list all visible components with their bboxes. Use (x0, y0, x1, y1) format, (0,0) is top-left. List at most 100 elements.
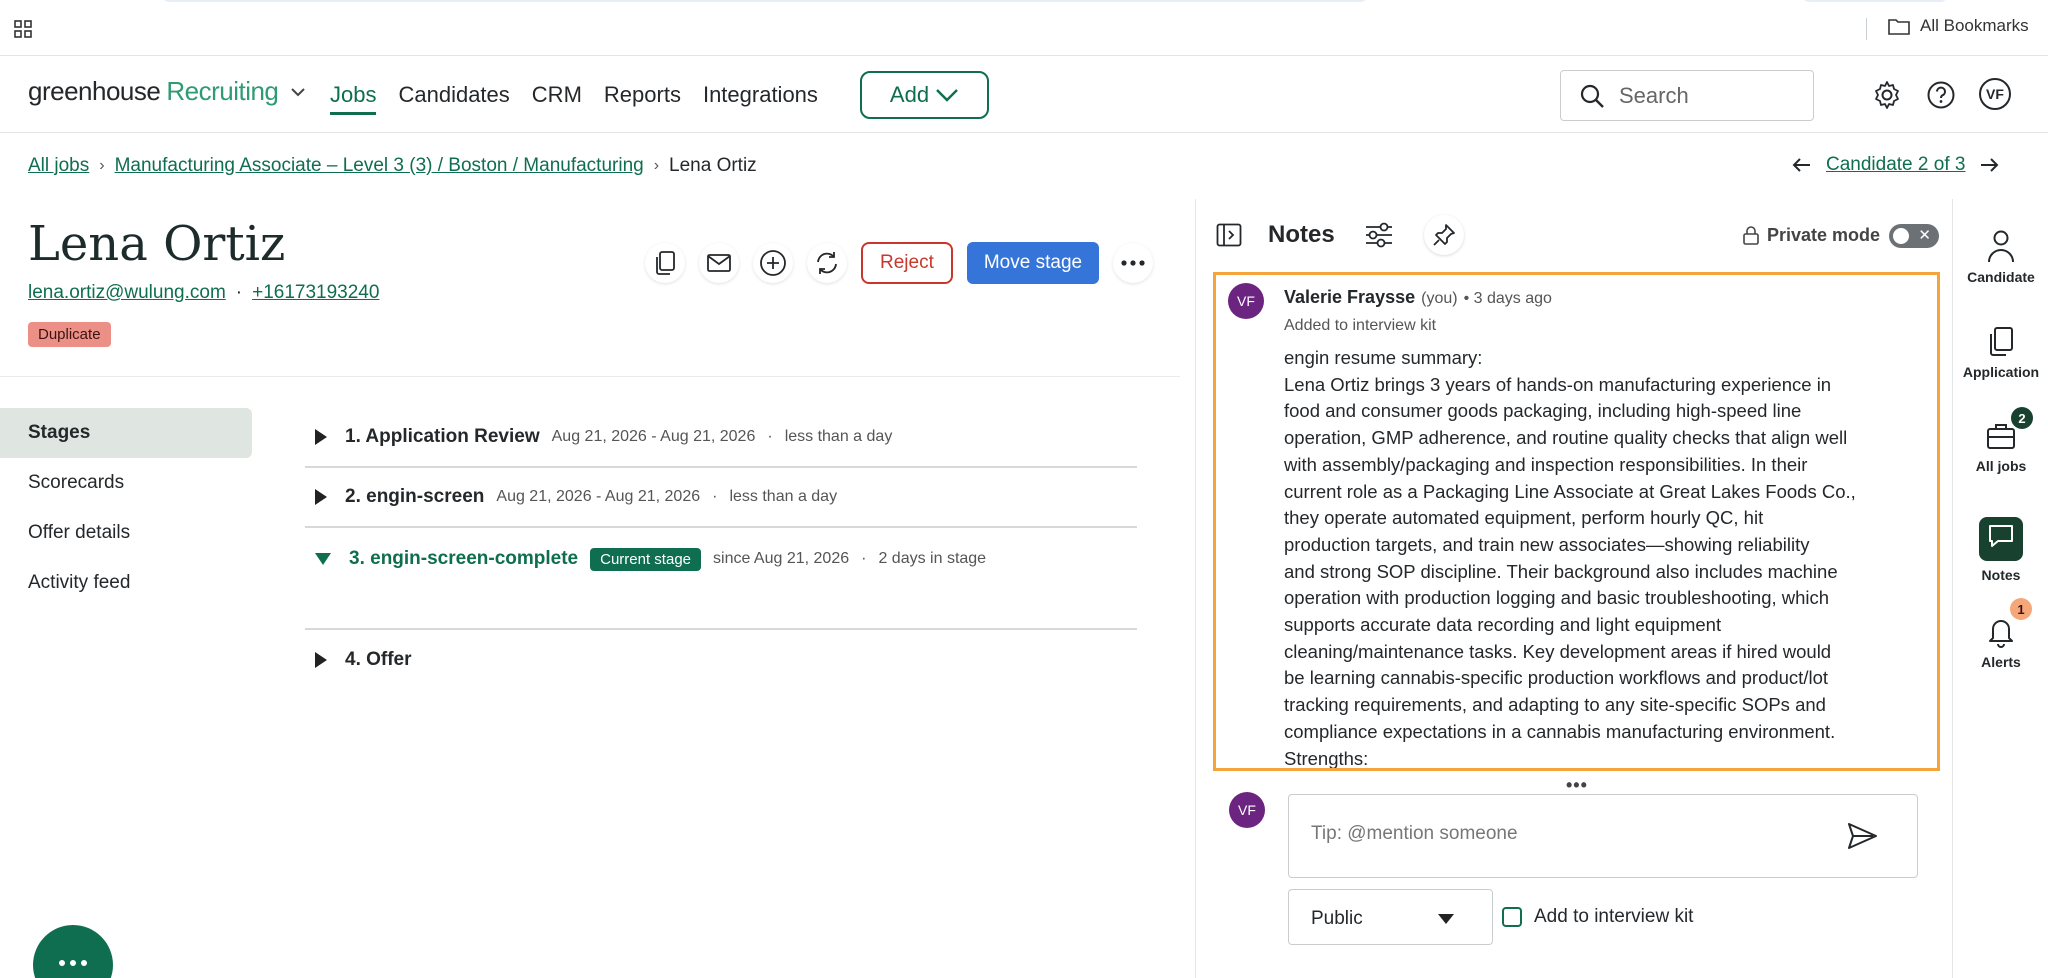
nav-links: Jobs Candidates CRM Reports Integrations (330, 82, 840, 115)
stage-title: 2. engin-screen (345, 486, 485, 507)
nav-integrations[interactable]: Integrations (703, 82, 818, 115)
rail-alerts-label: Alerts (1981, 654, 2021, 670)
more-button[interactable] (1113, 243, 1154, 283)
stage-dates: Aug 21, 2026 - Aug 21, 2026 (496, 488, 701, 505)
visibility-value: Public (1311, 908, 1363, 929)
stage-title: 4. Offer (345, 649, 412, 670)
notes-rail-box (1979, 517, 2023, 561)
nav-jobs[interactable]: Jobs (330, 82, 377, 115)
help-icon[interactable] (1926, 80, 1956, 110)
stage-row[interactable]: 1. Application Review Aug 21, 2026 - Aug… (305, 408, 1137, 468)
checkbox-box[interactable] (1502, 907, 1522, 927)
chevron-down-icon (936, 89, 958, 102)
contact-separator: · (235, 282, 243, 303)
sidenav-stages[interactable]: Stages (0, 408, 252, 458)
note-line: Strengths: (1284, 747, 1369, 769)
note-line: engin resume summary: (1284, 347, 1483, 368)
user-avatar[interactable]: VF (1979, 78, 2011, 110)
rail-application-label: Application (1962, 364, 2040, 380)
nav-candidates[interactable]: Candidates (398, 82, 509, 115)
note-line: be learning cannabis-specific production… (1284, 667, 1828, 689)
candidate-email[interactable]: lena.ortiz@wulung.com (28, 282, 226, 304)
rail-notes[interactable]: Notes (1953, 517, 2048, 583)
breadcrumb-job[interactable]: Manufacturing Associate – Level 3 (3) / … (115, 155, 644, 177)
arrow-right-icon[interactable] (1979, 157, 1999, 173)
add-button[interactable]: Add (860, 71, 989, 119)
send-icon[interactable] (1844, 818, 1880, 854)
main-nav: greenhouse Recruiting Jobs Candidates CR… (0, 56, 2048, 133)
add-to-kit-checkbox[interactable]: Add to interview kit (1502, 906, 1693, 928)
candidate-pager-label[interactable]: Candidate 2 of 3 (1826, 154, 1965, 176)
note-input[interactable]: Tip: @mention someone (1288, 794, 1918, 878)
greenhouse-logo[interactable]: greenhouse Recruiting (28, 76, 306, 107)
email-button[interactable] (699, 243, 739, 283)
visibility-select[interactable]: Public (1288, 889, 1493, 945)
rail-alerts[interactable]: Alerts (1953, 616, 2048, 670)
sidenav-offer-details[interactable]: Offer details (0, 508, 252, 558)
plus-circle-icon (760, 250, 786, 276)
candidate-name: Lena Ortiz (28, 216, 286, 272)
chat-dot (70, 960, 76, 966)
logo-main: greenhouse (28, 76, 161, 106)
more-dots-icon (1121, 260, 1145, 266)
breadcrumb-all-jobs[interactable]: All jobs (28, 155, 89, 177)
stage-title: 1. Application Review (345, 426, 540, 447)
stage-row[interactable]: 2. engin-screen Aug 21, 2026 - Aug 21, 2… (305, 468, 1137, 528)
collapse-panel-icon[interactable] (1216, 223, 1242, 247)
notes-header: Notes Private mode ✕ (1196, 199, 1952, 269)
rail-application[interactable]: Application (1953, 326, 2048, 380)
copy-icon (656, 251, 675, 275)
stage-dates: since Aug 21, 2026 (713, 550, 850, 567)
nav-reports[interactable]: Reports (604, 82, 681, 115)
note-timestamp: • 3 days ago (1463, 290, 1552, 307)
note-body: engin resume summary: Lena Ortiz brings 3… (1284, 345, 1884, 769)
stage-row-current[interactable]: 3. engin-screen-complete Current stage s… (305, 528, 1137, 630)
apps-grid-icon[interactable] (14, 20, 32, 38)
reject-button[interactable]: Reject (861, 242, 953, 284)
arrow-left-icon[interactable] (1792, 157, 1812, 173)
private-mode-toggle[interactable]: ✕ (1889, 224, 1939, 248)
notes-panel: Notes Private mode ✕ VF Valerie Fraysse … (1195, 199, 1951, 978)
gear-icon[interactable] (1872, 80, 1902, 110)
avatar: VF (1229, 792, 1265, 828)
candidate-actions: Reject Move stage (645, 242, 1154, 284)
note-card[interactable]: VF Valerie Fraysse (you) • 3 days ago Adde… (1213, 272, 1940, 771)
filter-sliders-icon[interactable] (1364, 221, 1394, 249)
rail-candidate[interactable]: Candidate (1953, 229, 2048, 285)
bookmarks-label: All Bookmarks (1920, 16, 2029, 35)
add-circle-button[interactable] (753, 243, 793, 283)
note-author-name: Valerie Fraysse (1284, 287, 1416, 307)
duplicate-badge[interactable]: Duplicate (28, 322, 111, 347)
pin-icon (1433, 224, 1455, 246)
candidate-phone[interactable]: +16173193240 (252, 282, 379, 304)
briefcase-icon (1987, 424, 2015, 449)
meta-separator: · (712, 488, 718, 505)
rail-all-jobs[interactable]: All jobs (1953, 420, 2048, 474)
transfer-button[interactable] (807, 243, 847, 283)
note-input-placeholder: Tip: @mention someone (1311, 823, 1518, 844)
move-stage-button[interactable]: Move stage (966, 242, 1100, 284)
all-jobs-count-badge: 2 (2011, 407, 2033, 429)
resize-handle-icon[interactable]: ••• (1566, 775, 1588, 796)
nav-crm[interactable]: CRM (532, 82, 582, 115)
stage-duration: 2 days in stage (878, 550, 987, 567)
note-line: and strong SOP discipline. Their backgro… (1284, 560, 1838, 582)
note-line: supports accurate data recording and lig… (1284, 614, 1722, 636)
note-line: compliance expectations in a cannabis ma… (1284, 720, 1836, 742)
sidenav-scorecards[interactable]: Scorecards (0, 458, 252, 508)
search-input[interactable]: Search (1560, 70, 1814, 121)
sidenav-activity-feed[interactable]: Activity feed (0, 558, 252, 608)
pin-button[interactable] (1424, 215, 1464, 255)
browser-tab-strip (160, 0, 1370, 2)
stage-row[interactable]: 4. Offer (305, 630, 1137, 690)
expand-triangle-icon (315, 652, 327, 668)
meta-separator: · (767, 428, 773, 445)
chat-bubble-button[interactable] (33, 925, 113, 978)
right-rail: Candidate Application All jobs 2 Notes A… (1952, 199, 2048, 978)
browser-tab-strip-right (1800, 0, 1950, 2)
all-bookmarks-button[interactable]: All Bookmarks (1888, 16, 2029, 36)
stage-dates: Aug 21, 2026 - Aug 21, 2026 (551, 428, 756, 445)
rail-candidate-label: Candidate (1967, 269, 2035, 285)
copy-button[interactable] (645, 243, 685, 283)
note-line: they operate automated equipment, perfor… (1284, 507, 1764, 529)
